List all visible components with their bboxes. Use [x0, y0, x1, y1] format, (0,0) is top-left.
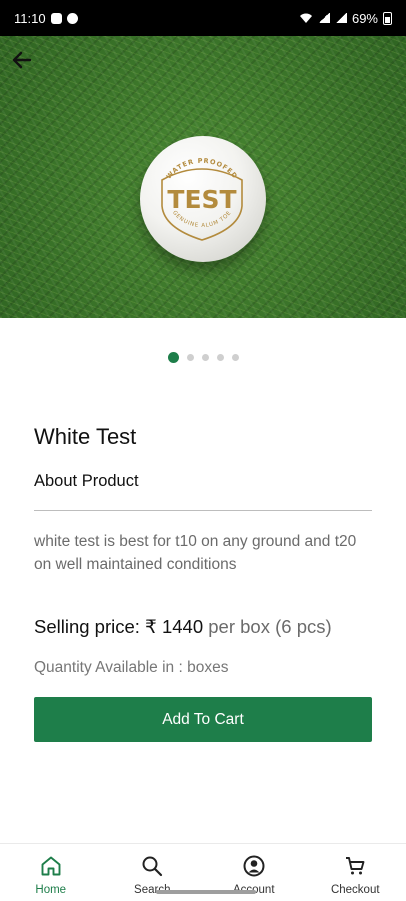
- price-unit: per box (6 pcs): [208, 616, 331, 637]
- wifi-icon: [299, 13, 313, 24]
- nav-checkout-label: Checkout: [331, 884, 380, 896]
- carousel-dot-1[interactable]: [168, 352, 179, 363]
- status-time: 11:10: [14, 11, 46, 26]
- battery-percent: 69%: [352, 11, 378, 26]
- ball-logo: WATER PROOFED TEST GENUINE ALUM TOE: [152, 150, 252, 246]
- battery-icon: [383, 12, 392, 25]
- status-bar: 11:10 69%: [0, 0, 406, 36]
- about-product-label: About Product: [34, 472, 139, 491]
- search-icon: [140, 854, 164, 878]
- carousel-dot-3[interactable]: [202, 354, 209, 361]
- cart-icon: [343, 854, 367, 878]
- selling-price: Selling price: ₹ 1440 per box (6 pcs): [34, 616, 332, 638]
- cricket-ball: WATER PROOFED TEST GENUINE ALUM TOE: [140, 136, 266, 262]
- gesture-bar[interactable]: [156, 890, 256, 894]
- divider: [34, 510, 372, 511]
- account-icon: [242, 854, 266, 878]
- carousel-dot-2[interactable]: [187, 354, 194, 361]
- home-icon: [39, 854, 63, 878]
- add-to-cart-button[interactable]: Add To Cart: [34, 697, 372, 742]
- nav-home[interactable]: Home: [0, 844, 102, 901]
- logo-main-text: TEST: [167, 185, 236, 214]
- quantity-available: Quantity Available in : boxes: [34, 659, 228, 677]
- chat-icon: [67, 13, 78, 24]
- carousel-indicator: [0, 352, 406, 363]
- gallery-icon: [51, 13, 62, 24]
- product-title: White Test: [34, 424, 136, 450]
- product-image[interactable]: WATER PROOFED TEST GENUINE ALUM TOE: [0, 36, 406, 318]
- carousel-dot-5[interactable]: [232, 354, 239, 361]
- signal-icon: [335, 13, 347, 23]
- product-description: white test is best for t10 on any ground…: [34, 530, 364, 576]
- back-arrow-icon[interactable]: [10, 48, 34, 72]
- nav-checkout[interactable]: Checkout: [305, 844, 406, 901]
- nav-home-label: Home: [35, 884, 66, 896]
- volte-icon: [318, 13, 330, 23]
- price-value: Selling price: ₹ 1440: [34, 616, 203, 637]
- carousel-dot-4[interactable]: [217, 354, 224, 361]
